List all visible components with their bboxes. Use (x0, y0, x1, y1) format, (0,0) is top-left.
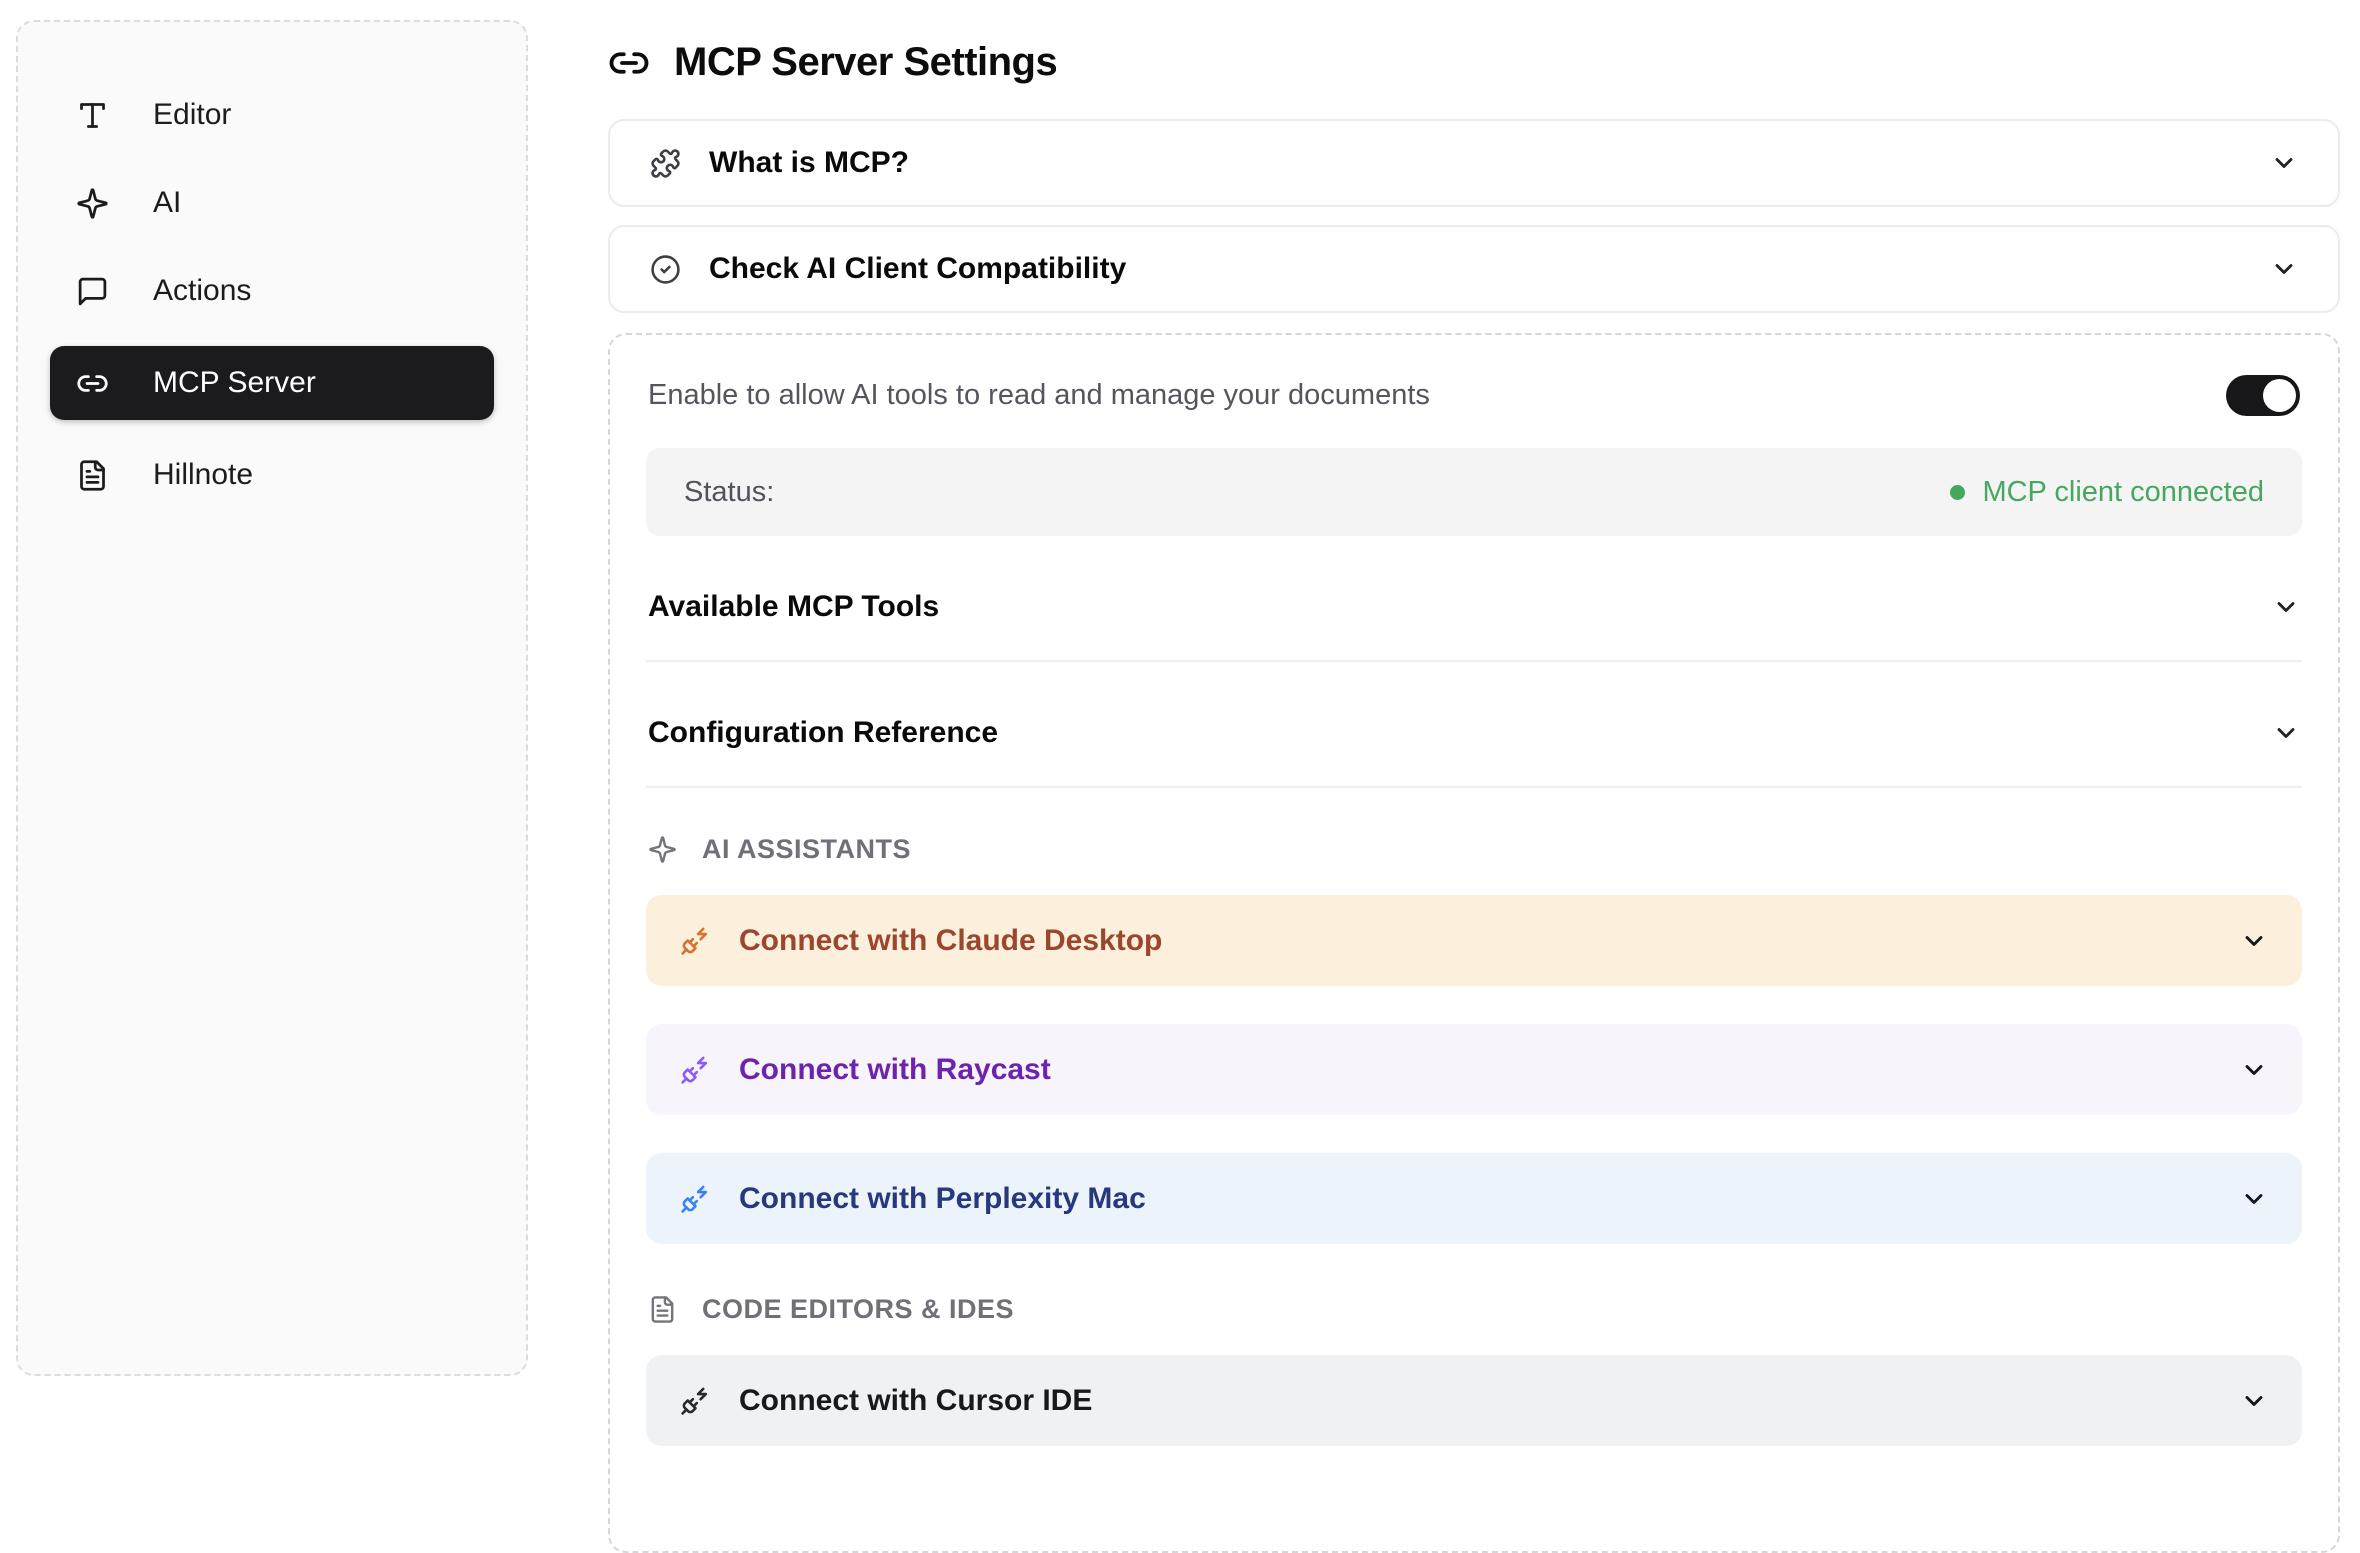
chevron-down-icon (2240, 927, 2268, 955)
status-value: MCP client connected (1982, 476, 2264, 509)
group-title: CODE EDITORS & IDES (702, 1294, 1014, 1325)
sidebar-item-label: Actions (153, 274, 251, 308)
status-indicator: MCP client connected (1950, 476, 2264, 509)
connect-label: Connect with Perplexity Mac (739, 1182, 1146, 1216)
mcp-enable-toggle[interactable] (2226, 375, 2300, 416)
connect-cursor-ide-button[interactable]: Connect with Cursor IDE (646, 1355, 2302, 1446)
status-bar: Status: MCP client connected (646, 448, 2302, 536)
link-icon (76, 367, 109, 400)
sidebar-item-ai[interactable]: AI (50, 170, 494, 236)
chevron-down-icon (2240, 1185, 2268, 1213)
chevron-down-icon (2272, 593, 2300, 621)
page-header: MCP Server Settings (608, 40, 2340, 85)
mcp-server-panel: Enable to allow AI tools to read and man… (608, 333, 2340, 1553)
status-dot-icon (1950, 485, 1965, 500)
group-title: AI ASSISTANTS (702, 834, 911, 865)
file-text-icon (648, 1295, 677, 1324)
toggle-knob (2263, 379, 2296, 412)
section-label: Configuration Reference (648, 716, 998, 750)
sidebar-item-label: MCP Server (153, 366, 316, 400)
sidebar-item-label: Editor (153, 98, 231, 132)
enable-description: Enable to allow AI tools to read and man… (648, 379, 1430, 412)
accordion-label: What is MCP? (709, 146, 909, 180)
plug-zap-icon (680, 1183, 711, 1214)
chevron-down-icon (2240, 1056, 2268, 1084)
sparkles-icon (648, 835, 677, 864)
connect-label: Connect with Claude Desktop (739, 924, 1162, 958)
chevron-down-icon (2240, 1387, 2268, 1415)
sidebar-item-actions[interactable]: Actions (50, 258, 494, 324)
connect-raycast-button[interactable]: Connect with Raycast (646, 1024, 2302, 1115)
type-icon (76, 99, 109, 132)
chevron-down-icon (2270, 149, 2298, 177)
section-configuration-reference[interactable]: Configuration Reference (646, 716, 2302, 788)
accordion-label: Check AI Client Compatibility (709, 252, 1126, 286)
accordion-what-is-mcp[interactable]: What is MCP? (608, 119, 2340, 207)
accordion-client-compatibility[interactable]: Check AI Client Compatibility (608, 225, 2340, 313)
section-available-mcp-tools[interactable]: Available MCP Tools (646, 590, 2302, 662)
sidebar-item-editor[interactable]: Editor (50, 82, 494, 148)
sidebar-item-hillnote[interactable]: Hillnote (50, 442, 494, 508)
plug-zap-icon (680, 925, 711, 956)
plug-zap-icon (680, 1054, 711, 1085)
section-label: Available MCP Tools (648, 590, 939, 624)
connect-label: Connect with Cursor IDE (739, 1384, 1092, 1418)
sparkles-icon (76, 187, 109, 220)
settings-sidebar: Editor AI Actions MCP Server Hillnote (16, 20, 528, 1376)
puzzle-icon (650, 148, 681, 179)
circle-check-icon (650, 254, 681, 285)
connect-label: Connect with Raycast (739, 1053, 1051, 1087)
plug-zap-icon (680, 1385, 711, 1416)
connect-claude-desktop-button[interactable]: Connect with Claude Desktop (646, 895, 2302, 986)
chevron-down-icon (2272, 719, 2300, 747)
enable-row: Enable to allow AI tools to read and man… (646, 375, 2302, 416)
chevron-down-icon (2270, 255, 2298, 283)
sidebar-item-label: Hillnote (153, 458, 253, 492)
file-text-icon (76, 459, 109, 492)
message-square-icon (76, 275, 109, 308)
page-title: MCP Server Settings (674, 40, 1057, 85)
link-icon (608, 42, 650, 84)
connect-perplexity-mac-button[interactable]: Connect with Perplexity Mac (646, 1153, 2302, 1244)
group-heading-ai-assistants: AI ASSISTANTS (646, 834, 2302, 865)
status-label: Status: (684, 476, 774, 509)
group-heading-code-editors: CODE EDITORS & IDES (646, 1294, 2302, 1325)
sidebar-item-mcp-server[interactable]: MCP Server (50, 346, 494, 420)
mcp-settings-page: MCP Server Settings What is MCP? Check A… (608, 0, 2340, 1553)
sidebar-item-label: AI (153, 186, 181, 220)
